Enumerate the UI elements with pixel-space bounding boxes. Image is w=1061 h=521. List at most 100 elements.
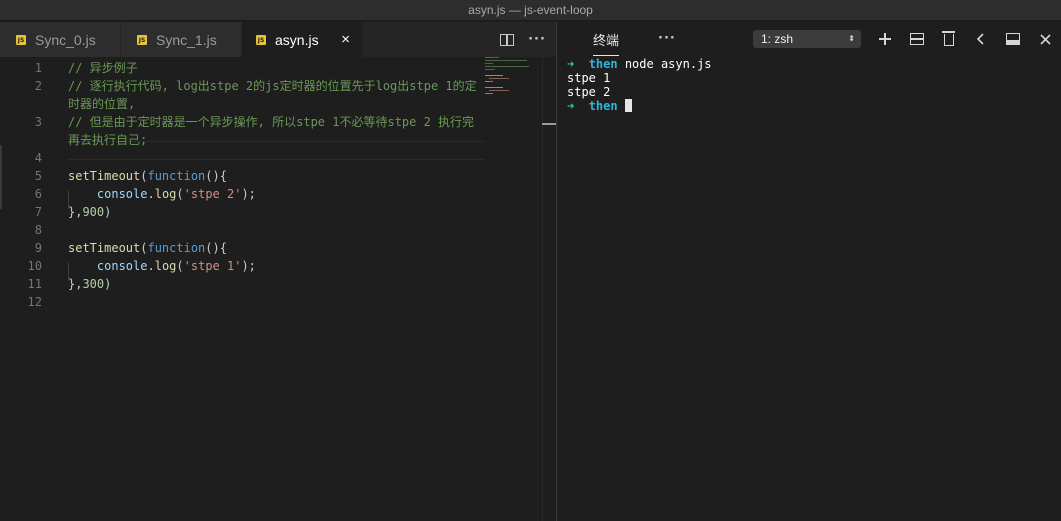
- more-actions-icon[interactable]: ···: [658, 31, 676, 46]
- code-token: .: [147, 259, 155, 273]
- editor-scrollbar[interactable]: [542, 57, 556, 521]
- tab-sync-1[interactable]: JS Sync_1.js: [121, 22, 242, 57]
- terminal-command: node asyn.js: [617, 57, 712, 71]
- code-text: 再去执行自己;: [68, 131, 147, 149]
- terminal-line: stpe 1: [567, 71, 1057, 85]
- code-token: 再去执行自己;: [68, 133, 148, 147]
- line-number: 5: [34, 169, 42, 183]
- line-number: 2: [34, 79, 42, 93]
- more-actions-icon[interactable]: ···: [528, 31, 546, 49]
- code-token: // 逐行执行代码, log出stpe 2的js定时器的位置先于log出stpe…: [68, 79, 477, 93]
- tab-asyn[interactable]: JS asyn.js ×: [242, 22, 363, 57]
- line-number: 3: [34, 115, 42, 129]
- panel-actions: [875, 30, 1055, 48]
- code-token: // 异步例子: [68, 61, 138, 75]
- line-number: 10: [27, 259, 42, 273]
- terminal-line: ➜ then: [567, 99, 1057, 113]
- split-terminal-icon[interactable]: [907, 30, 927, 48]
- terminal-cursor: [624, 99, 632, 112]
- code-token: },: [68, 277, 83, 291]
- terminal-output-text: stpe 1: [567, 71, 611, 85]
- js-file-icon: JS: [16, 34, 26, 45]
- chevron-left-icon[interactable]: [971, 30, 991, 48]
- prompt-arrow: ➜: [567, 99, 575, 113]
- select-arrows-icon: ⬍: [848, 34, 855, 43]
- code-token: 900: [82, 205, 105, 219]
- code-token: 300: [82, 277, 105, 291]
- code-token: );: [241, 259, 256, 273]
- line-number: 11: [27, 277, 42, 291]
- line-number: 12: [27, 295, 42, 309]
- tab-label: Sync_1.js: [156, 31, 217, 48]
- line-number: 6: [34, 187, 42, 201]
- tab-terminal[interactable]: 终端: [593, 30, 620, 56]
- code-token: ): [104, 205, 112, 219]
- code-token: // 但是由于定时器是一个异步操作, 所以stpe 1不必等待stpe 2 执行…: [68, 115, 475, 129]
- scrollbar-thumb[interactable]: [542, 123, 556, 125]
- prompt-arrow: ➜: [567, 57, 575, 71]
- line-number: 7: [34, 205, 42, 219]
- close-icon[interactable]: ×: [341, 31, 350, 48]
- panel-header: 终端 ··· 1: zsh ⬍: [557, 22, 1061, 56]
- code-editor[interactable]: 1 // 异步例子 2 // 逐行执行代码, log出stpe 2的js定时器的位置先…: [0, 57, 556, 521]
- gutter-marker: [0, 145, 2, 209]
- terminal-select[interactable]: 1: zsh ⬍: [753, 30, 861, 48]
- line-number: 4: [34, 151, 42, 165]
- code-text: console.log('stpe 2');: [68, 185, 256, 203]
- plus-icon[interactable]: [875, 30, 895, 48]
- code-token: (: [176, 187, 184, 201]
- terminal-command: [618, 99, 625, 113]
- editor-tab-bar: JS Sync_0.js JS Sync_1.js JS asyn.js × ·…: [0, 22, 556, 57]
- code-token: setTimeout: [68, 241, 141, 255]
- terminal-line: ➜ then node asyn.js: [567, 57, 1057, 71]
- code-token: },: [68, 205, 83, 219]
- code-token: log: [154, 259, 177, 273]
- maximize-panel-icon[interactable]: [1003, 30, 1023, 48]
- code-token: setTimeout: [68, 169, 141, 183]
- minimap[interactable]: [485, 57, 542, 117]
- code-token: console: [96, 187, 148, 201]
- line-number: 8: [34, 223, 42, 237]
- prompt-directory: then: [588, 99, 618, 113]
- code-text: setTimeout(function(){: [68, 167, 227, 185]
- editor-actions: ···: [498, 22, 546, 57]
- line-number: 1: [34, 61, 42, 75]
- code-token: (){: [205, 241, 227, 255]
- code-token: .: [147, 187, 155, 201]
- tab-label: Sync_0.js: [35, 31, 96, 48]
- code-token: function: [147, 169, 206, 183]
- code-text: setTimeout(function(){: [68, 239, 227, 257]
- code-token: log: [154, 187, 177, 201]
- code-token: 'stpe 2': [183, 187, 242, 201]
- terminal-output[interactable]: ➜ then node asyn.js stpe 1 stpe 2 ➜ then: [567, 57, 1057, 113]
- code-token: 时器的位置,: [68, 97, 136, 111]
- code-text: },300): [68, 275, 111, 293]
- code-text: // 但是由于定时器是一个异步操作, 所以stpe 1不必等待stpe 2 执行…: [68, 113, 474, 131]
- tab-label: asyn.js: [275, 31, 319, 48]
- code-token: console: [96, 259, 148, 273]
- terminal-output-text: stpe 2: [567, 85, 611, 99]
- editor-group: JS Sync_0.js JS Sync_1.js JS asyn.js × ·…: [0, 22, 556, 521]
- code-token: 'stpe 1': [183, 259, 242, 273]
- code-token: function: [147, 241, 206, 255]
- trash-icon[interactable]: [939, 30, 959, 48]
- window-title: asyn.js — js-event-loop: [0, 0, 1061, 21]
- split-editor-icon[interactable]: [498, 31, 516, 49]
- code-text: console.log('stpe 1');: [68, 257, 256, 275]
- js-file-icon: JS: [256, 34, 266, 45]
- code-token: (){: [205, 169, 227, 183]
- code-text: },900): [68, 203, 111, 221]
- prompt-directory: then: [588, 57, 618, 71]
- close-icon[interactable]: [1035, 30, 1055, 48]
- js-file-icon: JS: [137, 34, 147, 45]
- terminal-panel: 终端 ··· 1: zsh ⬍ ➜ then node asyn.js stpe …: [557, 22, 1061, 521]
- code-text: // 异步例子: [68, 59, 138, 77]
- terminal-line: stpe 2: [567, 85, 1057, 99]
- code-token: ): [104, 277, 112, 291]
- tab-sync-0[interactable]: JS Sync_0.js: [0, 22, 121, 57]
- code-text: // 逐行执行代码, log出stpe 2的js定时器的位置先于log出stpe…: [68, 77, 477, 95]
- line-number: 9: [34, 241, 42, 255]
- code-text: 时器的位置,: [68, 95, 135, 113]
